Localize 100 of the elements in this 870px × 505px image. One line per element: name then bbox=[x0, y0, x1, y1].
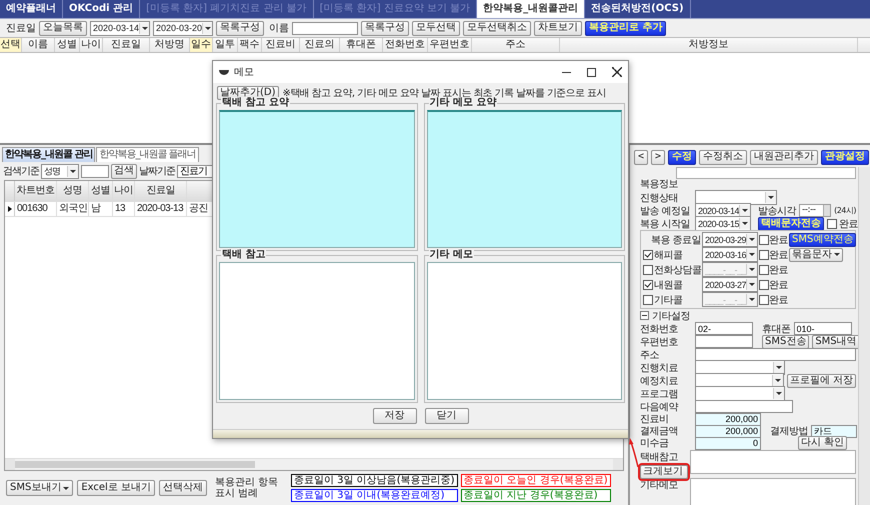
column-header[interactable]: 진료비 bbox=[262, 38, 300, 52]
enlarge-button[interactable]: 크게보기 bbox=[640, 465, 688, 479]
memo-box[interactable] bbox=[690, 478, 856, 505]
status-dropdown[interactable] bbox=[695, 190, 777, 205]
column-header[interactable]: 진료의 bbox=[300, 38, 340, 52]
sms-send-button[interactable]: SMS전송 bbox=[762, 334, 810, 348]
date-field[interactable]: 2020-03-14 bbox=[90, 20, 150, 36]
column-header[interactable]: 성별 bbox=[89, 181, 113, 201]
checkbox[interactable] bbox=[643, 264, 653, 274]
next-visit-field[interactable] bbox=[695, 400, 793, 413]
column-header[interactable]: 휴대폰 bbox=[340, 38, 383, 52]
nav-button[interactable]: < bbox=[634, 150, 648, 164]
tab[interactable]: 한약복용_내원콜 관리 bbox=[2, 147, 96, 162]
toolbar-button[interactable]: 오늘목록 bbox=[39, 20, 87, 36]
column-header[interactable]: 선택 bbox=[0, 38, 22, 52]
nav-button[interactable]: > bbox=[651, 150, 666, 164]
column-header[interactable]: 차트번호 bbox=[15, 181, 57, 201]
toolbar-button[interactable]: 복용관리로 추가 bbox=[585, 20, 666, 36]
search-button[interactable]: 검색 bbox=[111, 164, 137, 178]
column-header[interactable]: 진료일 bbox=[103, 38, 150, 52]
date-field[interactable]: 2020-03-27 bbox=[702, 277, 758, 292]
toolbar-button[interactable]: SMS예약전송 bbox=[789, 232, 856, 246]
text-area[interactable] bbox=[676, 167, 856, 179]
sms-history-button[interactable]: SMS내역 bbox=[812, 334, 860, 348]
nav-tab[interactable]: OKCodi 관리 bbox=[63, 0, 140, 18]
column-header[interactable]: 전화번호 bbox=[383, 38, 428, 52]
toolbar-button[interactable]: 선택삭제 bbox=[159, 480, 207, 496]
checkbox[interactable] bbox=[759, 280, 769, 290]
column-header[interactable]: 나이 bbox=[113, 181, 135, 201]
date-field[interactable]: 2020-03-29 bbox=[702, 232, 758, 247]
toolbar-button[interactable]: 묶음문자 bbox=[789, 248, 843, 262]
column-header[interactable]: 성별 bbox=[55, 38, 80, 52]
group-title: 기타 메모 bbox=[428, 249, 474, 261]
name-field[interactable] bbox=[292, 22, 358, 34]
column-header[interactable]: 나이 bbox=[80, 38, 103, 52]
column-header[interactable]: 성명 bbox=[57, 181, 89, 201]
vertical-scrollbar[interactable] bbox=[858, 167, 870, 505]
checkbox-label: 완료 bbox=[769, 278, 788, 292]
toolbar-button[interactable]: Excel로 보내기 bbox=[77, 480, 155, 496]
courier-note-box[interactable] bbox=[690, 450, 856, 474]
checkbox[interactable] bbox=[759, 234, 769, 244]
column-header[interactable]: 이름 bbox=[22, 38, 55, 52]
nav-tab[interactable]: 전송된처방전(OCS) bbox=[585, 0, 691, 18]
checkbox[interactable] bbox=[643, 280, 653, 290]
toolbar-button[interactable]: 모두선택취소 bbox=[463, 20, 531, 36]
close-icon[interactable] bbox=[612, 67, 622, 77]
checkbox[interactable] bbox=[643, 250, 653, 260]
checkbox-label: 해피콜 bbox=[654, 248, 682, 262]
checkbox[interactable] bbox=[827, 218, 837, 228]
checkbox[interactable] bbox=[759, 250, 769, 260]
column-header[interactable]: 일수 bbox=[190, 38, 213, 52]
maximize-icon[interactable] bbox=[587, 68, 596, 76]
toolbar-button[interactable]: 목록구성 bbox=[216, 20, 264, 36]
toolbar-button[interactable]: 차트보기 bbox=[534, 20, 582, 36]
legend-item: 종료일이 지난 경우(복용완료) bbox=[460, 489, 611, 502]
column-header[interactable]: 진료일 bbox=[135, 181, 187, 201]
program-dropdown[interactable] bbox=[695, 386, 785, 401]
nav-tab[interactable]: 예약플래너 bbox=[0, 0, 63, 18]
toolbar-button[interactable]: SMS보내기 bbox=[6, 480, 74, 496]
fee-field[interactable]: 200,000 bbox=[695, 412, 761, 426]
toolbar-button[interactable]: 수정취소 bbox=[699, 150, 748, 164]
dialog-button[interactable]: 저장 bbox=[372, 408, 416, 424]
send-button[interactable]: 택배문자전송 bbox=[758, 216, 824, 230]
toolbar-button[interactable]: 관광설정 bbox=[821, 150, 870, 164]
payment-method-field[interactable]: 카드 bbox=[811, 424, 857, 438]
search-label: 검색기준 bbox=[3, 165, 39, 178]
checkbox[interactable] bbox=[759, 264, 769, 274]
column-header[interactable]: 주소 bbox=[472, 38, 560, 52]
toolbar-button[interactable]: 목록구성 bbox=[361, 20, 409, 36]
search-dropdown[interactable]: 성명 bbox=[41, 164, 79, 178]
mobile-field[interactable]: 010- bbox=[794, 322, 852, 335]
phone-field[interactable]: 02- bbox=[695, 322, 753, 335]
collapse-icon[interactable] bbox=[640, 311, 649, 320]
date-field[interactable]: 2020-03-16 bbox=[702, 247, 758, 262]
nav-tab[interactable]: 한약복용_내원콜관리 bbox=[477, 0, 586, 18]
date-field[interactable]: 2020-03-20 bbox=[153, 20, 213, 36]
column-header[interactable]: 처방정보 bbox=[560, 38, 858, 52]
field-label: 예정치료 bbox=[640, 374, 679, 388]
payment-field[interactable]: 200,000 bbox=[695, 424, 761, 438]
zip-field[interactable] bbox=[695, 335, 753, 348]
tab[interactable]: 한약복용_내원콜 플래너 bbox=[96, 147, 199, 162]
checkbox[interactable] bbox=[643, 294, 653, 304]
save-profile-button[interactable]: 프로필에 저장 bbox=[786, 374, 856, 388]
dialog-button[interactable]: 닫기 bbox=[424, 408, 468, 424]
recheck-button[interactable]: 다시 확인 bbox=[798, 436, 848, 450]
section-title: 기타설정 bbox=[652, 310, 690, 322]
address-field[interactable] bbox=[695, 348, 856, 361]
checkbox[interactable] bbox=[759, 294, 769, 304]
date-field[interactable]: 2020-03-15 bbox=[695, 216, 751, 231]
column-header[interactable]: 우편번호 bbox=[428, 38, 472, 52]
toolbar-button[interactable]: 모두선택 bbox=[412, 20, 460, 36]
caret-icon bbox=[63, 486, 70, 490]
toolbar-button[interactable]: 내원관리추가 bbox=[750, 150, 818, 164]
unpaid-field[interactable]: 0 bbox=[695, 436, 761, 450]
time-field[interactable]: --:-- bbox=[799, 204, 832, 217]
column-header[interactable]: 일투 bbox=[213, 38, 238, 52]
search-field[interactable] bbox=[81, 164, 109, 178]
toolbar-button[interactable]: 수정 bbox=[668, 150, 696, 164]
horizontal-scrollbar[interactable] bbox=[5, 458, 623, 470]
column-header[interactable]: 팩수 bbox=[238, 38, 262, 52]
